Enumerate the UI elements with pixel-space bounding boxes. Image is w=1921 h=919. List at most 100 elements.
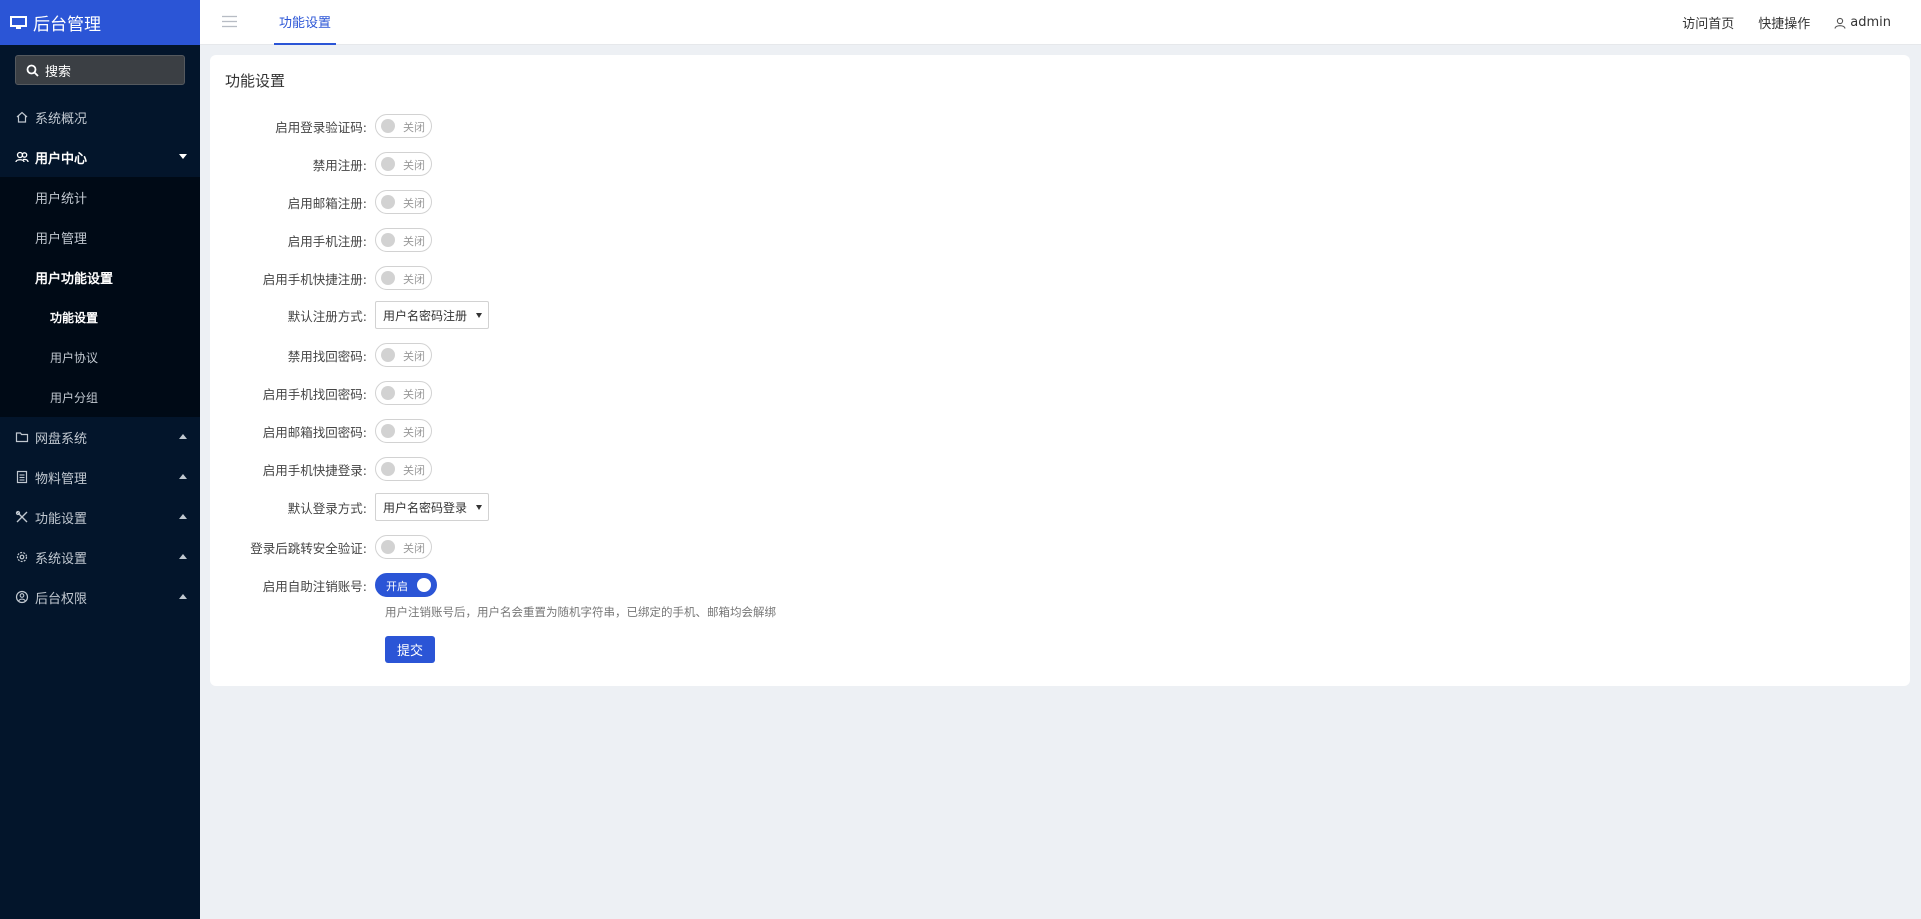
switch-state: 关闭 <box>403 121 425 134</box>
form-row-phone-password-recovery: 启用手机找回密码: 关闭 <box>210 378 1110 408</box>
phone-password-recovery-switch[interactable]: 关闭 <box>375 381 432 405</box>
user-circle-icon <box>15 590 29 604</box>
sidebar-item-label: 物料管理 <box>35 471 88 487</box>
form-row-self-deactivate: 启用自助注销账号: 开启 <box>210 570 1110 600</box>
form-label: 启用手机快捷注册: <box>262 271 367 287</box>
search-icon <box>26 64 39 77</box>
sidebar-item-func-settings[interactable]: 功能设置 <box>0 297 200 337</box>
switch-knob <box>381 348 395 362</box>
user-icon <box>1834 17 1846 29</box>
app-logo[interactable]: 后台管理 <box>0 0 200 45</box>
sidebar-item-label: 用户功能设置 <box>35 271 114 287</box>
sidebar-item-label: 用户协议 <box>50 350 99 365</box>
sidebar-item-admin-permissions[interactable]: 后台权限 <box>0 577 200 617</box>
form-row-default-register-method: 默认注册方式: 用户名密码注册 <box>210 300 1110 330</box>
topbar: 功能设置 访问首页 快捷操作 admin <box>200 0 1921 45</box>
form-label: 启用自助注销账号: <box>262 578 367 594</box>
sidebar-item-netdisk[interactable]: 网盘系统 <box>0 417 200 457</box>
chevron-up-icon <box>179 594 187 599</box>
form-label: 禁用找回密码: <box>287 348 367 364</box>
sidebar-item-label: 后台权限 <box>35 591 88 607</box>
form-label: 默认登录方式: <box>287 500 367 516</box>
sidebar-item-materials[interactable]: 物料管理 <box>0 457 200 497</box>
chevron-down-icon <box>179 154 187 159</box>
form-label: 启用手机找回密码: <box>262 386 367 402</box>
switch-knob <box>381 119 395 133</box>
default-login-method-select[interactable]: 用户名密码登录 <box>375 493 489 521</box>
sidebar-item-user-stats[interactable]: 用户统计 <box>0 177 200 217</box>
self-deactivate-switch[interactable]: 开启 <box>375 573 437 597</box>
tab-func-settings[interactable]: 功能设置 <box>274 0 336 45</box>
sidebar-item-system-settings[interactable]: 系统设置 <box>0 537 200 577</box>
switch-knob <box>381 462 395 476</box>
username: admin <box>1850 15 1891 30</box>
disable-register-switch[interactable]: 关闭 <box>375 152 432 176</box>
sidebar-item-features[interactable]: 功能设置 <box>0 497 200 537</box>
switch-state: 关闭 <box>403 350 425 363</box>
users-icon <box>15 151 29 163</box>
phone-register-switch[interactable]: 关闭 <box>375 228 432 252</box>
folder-icon <box>15 432 29 443</box>
search-input[interactable]: 搜索 <box>15 55 185 85</box>
phone-quick-login-switch[interactable]: 关闭 <box>375 457 432 481</box>
sidebar-item-user-func-settings[interactable]: 用户功能设置 <box>0 257 200 297</box>
deactivate-hint: 用户注销账号后，用户名会重置为随机字符串，已绑定的手机、邮箱均会解绑 <box>385 605 776 619</box>
sidebar-item-label: 用户分组 <box>50 390 99 405</box>
post-login-security-switch[interactable]: 关闭 <box>375 535 432 559</box>
sidebar-item-label: 系统设置 <box>35 551 88 567</box>
sidebar-item-user-groups[interactable]: 用户分组 <box>0 377 200 417</box>
login-captcha-switch[interactable]: 关闭 <box>375 114 432 138</box>
switch-state: 关闭 <box>403 542 425 555</box>
switch-state: 关闭 <box>403 197 425 210</box>
email-register-switch[interactable]: 关闭 <box>375 190 432 214</box>
chevron-up-icon <box>179 474 187 479</box>
switch-state: 关闭 <box>403 159 425 172</box>
form-row-email-password-recovery: 启用邮箱找回密码: 关闭 <box>210 416 1110 446</box>
switch-state: 关闭 <box>403 273 425 286</box>
switch-state: 关闭 <box>403 464 425 477</box>
form-row-phone-register: 启用手机注册: 关闭 <box>210 225 1110 255</box>
sidebar-item-label: 用户中心 <box>35 151 88 167</box>
sidebar-item-label: 用户管理 <box>35 231 88 247</box>
switch-knob <box>417 578 431 592</box>
form-row-email-register: 启用邮箱注册: 关闭 <box>210 187 1110 217</box>
user-menu[interactable]: admin <box>1834 15 1891 30</box>
switch-knob <box>381 424 395 438</box>
form-label: 启用手机注册: <box>287 233 367 249</box>
phone-quick-register-switch[interactable]: 关闭 <box>375 266 432 290</box>
sidebar-item-overview[interactable]: 系统概况 <box>0 97 200 137</box>
app-title: 后台管理 <box>33 15 101 35</box>
monitor-icon <box>10 15 27 29</box>
sidebar-item-label: 用户统计 <box>35 191 88 207</box>
visit-home-link[interactable]: 访问首页 <box>1682 13 1734 32</box>
form-label: 启用邮箱找回密码: <box>262 424 367 440</box>
chevron-up-icon <box>179 554 187 559</box>
sidebar-item-user-center[interactable]: 用户中心 <box>0 137 200 177</box>
quick-ops-link[interactable]: 快捷操作 <box>1758 13 1810 32</box>
form-label: 启用邮箱注册: <box>287 195 367 211</box>
document-icon <box>16 470 28 484</box>
form-row-disable-password-recovery: 禁用找回密码: 关闭 <box>210 340 1110 370</box>
form-label: 启用手机快捷登录: <box>262 462 367 478</box>
switch-knob <box>381 233 395 247</box>
gear-icon <box>16 551 28 563</box>
tools-icon <box>15 510 28 523</box>
switch-state: 关闭 <box>403 235 425 248</box>
form-row-login-captcha: 启用登录验证码: 关闭 <box>210 111 1110 141</box>
submit-button[interactable]: 提交 <box>385 636 435 663</box>
sidebar-item-user-agreement[interactable]: 用户协议 <box>0 337 200 377</box>
switch-knob <box>381 386 395 400</box>
sidebar-item-user-manage[interactable]: 用户管理 <box>0 217 200 257</box>
default-register-method-select[interactable]: 用户名密码注册 <box>375 301 489 329</box>
settings-card: 功能设置 启用登录验证码: 关闭 禁用注册: 关闭 启用邮箱注册: 关闭 启用手… <box>210 55 1910 686</box>
form-row-phone-quick-register: 启用手机快捷注册: 关闭 <box>210 263 1110 293</box>
user-center-submenu: 用户统计 用户管理 用户功能设置 功能设置 用户协议 用户分组 <box>0 177 200 417</box>
menu-toggle-icon[interactable] <box>222 15 237 28</box>
sidebar-item-label: 功能设置 <box>50 310 99 325</box>
switch-state: 关闭 <box>403 388 425 401</box>
disable-password-recovery-switch[interactable]: 关闭 <box>375 343 432 367</box>
chevron-up-icon <box>179 514 187 519</box>
email-password-recovery-switch[interactable]: 关闭 <box>375 419 432 443</box>
form-row-post-login-security: 登录后跳转安全验证: 关闭 <box>210 532 1110 562</box>
form-label: 默认注册方式: <box>287 308 367 324</box>
